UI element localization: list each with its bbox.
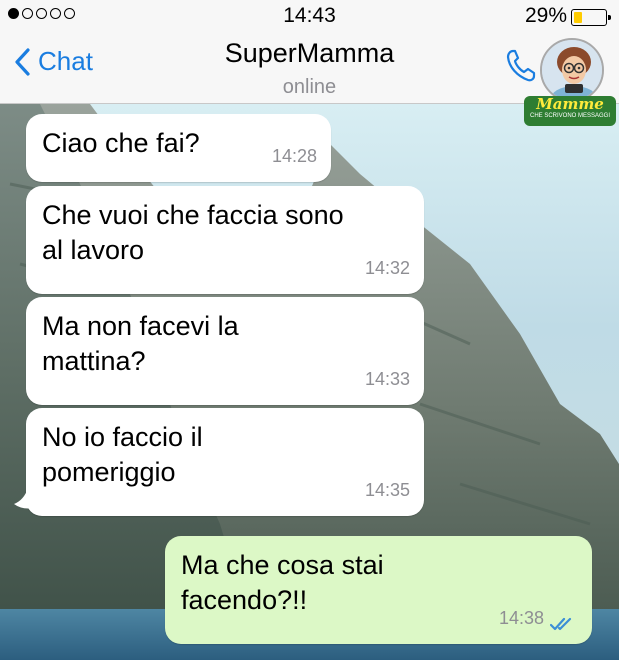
battery-level: [574, 12, 582, 23]
watermark-logo: Mamme CHE SCRIVONO MESSAGGI: [524, 96, 616, 126]
battery-percent: 29%: [524, 4, 567, 27]
message-time: 14:38: [498, 608, 544, 628]
battery-icon: [571, 9, 611, 26]
message-time: 14:32: [364, 258, 410, 278]
message-time: 14:28: [271, 146, 317, 166]
battery-tip: [608, 15, 611, 20]
message-bubble-incoming[interactable]: No io faccio il pomeriggio 14:35: [26, 408, 424, 516]
chat-area[interactable]: Ciao che fai? 14:28 Che vuoi che faccia …: [0, 104, 619, 660]
bubble-tail: [14, 488, 34, 509]
message-bubble-outgoing[interactable]: Ma che cosa stai facendo?!! 14:38: [165, 536, 592, 644]
message-bubble-incoming[interactable]: Ciao che fai? 14:28: [26, 114, 331, 182]
message-bubble-incoming[interactable]: Che vuoi che faccia sono al lavoro 14:32: [26, 186, 424, 294]
message-time: 14:35: [364, 480, 410, 500]
message-text: Ma non facevi la mattina?: [42, 311, 239, 376]
conversation-header: Chat SuperMamma online: [0, 34, 619, 104]
message-text: No io faccio il pomeriggio: [42, 422, 203, 487]
message-text: Che vuoi che faccia sono al lavoro: [42, 200, 344, 265]
watermark-brand: Mamme: [536, 95, 604, 113]
double-check-icon: [550, 617, 572, 631]
contact-avatar[interactable]: [540, 38, 604, 102]
message-time: 14:33: [364, 369, 410, 389]
status-bar: 14:43 29%: [0, 0, 619, 34]
phone-icon[interactable]: [506, 48, 536, 82]
message-bubble-incoming[interactable]: Ma non facevi la mattina? 14:33: [26, 297, 424, 405]
watermark-tagline: CHE SCRIVONO MESSAGGI: [529, 113, 610, 119]
